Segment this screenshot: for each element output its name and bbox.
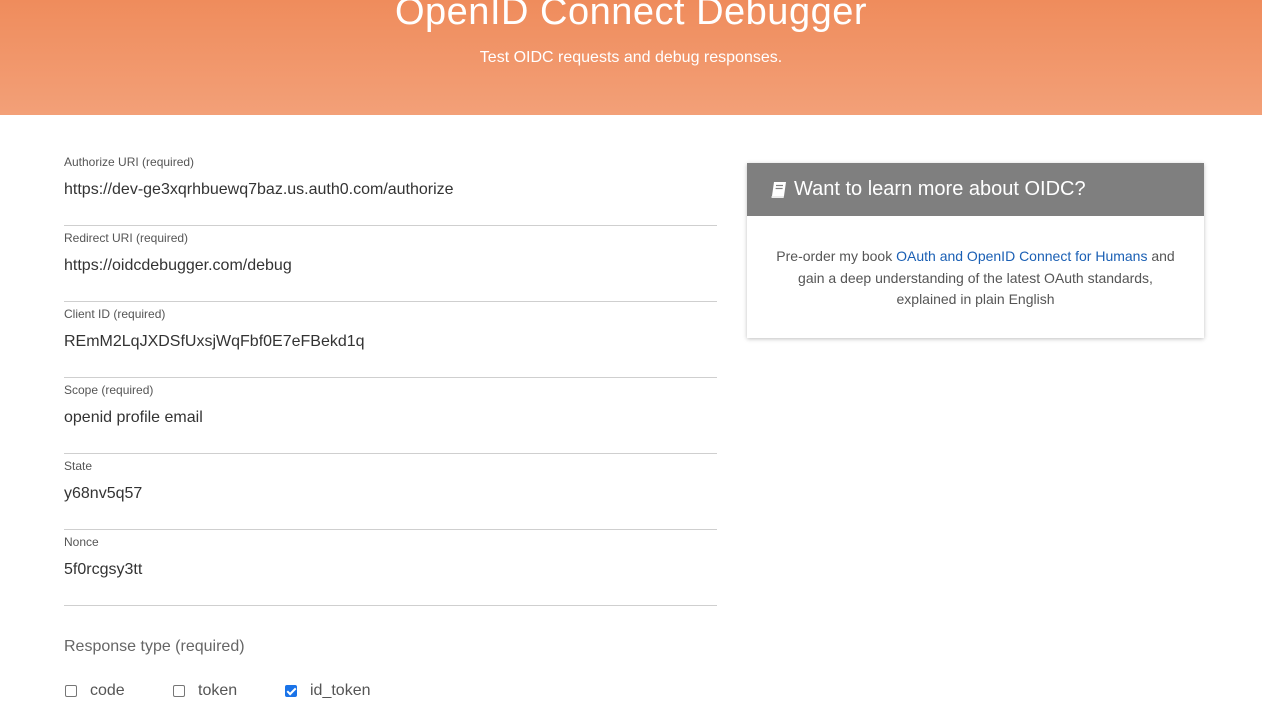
page-title: OpenID Connect Debugger bbox=[394, 0, 867, 33]
redirect-uri-field: Redirect URI (required) bbox=[64, 226, 717, 302]
page-header: OpenID Connect Debugger Test OIDC reques… bbox=[0, 0, 1262, 115]
oidc-request-form: Authorize URI (required) Redirect URI (r… bbox=[64, 150, 717, 606]
learn-more-card-header: Want to learn more about OIDC? bbox=[747, 163, 1204, 216]
promo-text-before: Pre-order my book bbox=[776, 248, 897, 264]
state-input[interactable] bbox=[64, 483, 717, 505]
client-id-input[interactable] bbox=[64, 331, 717, 353]
client-id-label: Client ID (required) bbox=[64, 307, 166, 321]
state-label: State bbox=[64, 459, 93, 473]
response-type-id-token-option[interactable]: id_token bbox=[285, 680, 371, 702]
response-type-label: Response type (required) bbox=[64, 638, 245, 655]
authorize-uri-field: Authorize URI (required) bbox=[64, 150, 717, 226]
book-icon bbox=[771, 181, 786, 198]
page-subtitle: Test OIDC requests and debug responses. bbox=[479, 49, 783, 66]
code-checkbox[interactable] bbox=[65, 685, 77, 697]
nonce-label: Nonce bbox=[64, 535, 99, 549]
token-checkbox[interactable] bbox=[173, 685, 185, 697]
learn-more-card: Want to learn more about OIDC? Pre-order… bbox=[747, 163, 1204, 338]
redirect-uri-input[interactable] bbox=[64, 255, 717, 277]
nonce-field: Nonce bbox=[64, 530, 717, 606]
token-checkbox-label: token bbox=[198, 682, 238, 699]
redirect-uri-label: Redirect URI (required) bbox=[64, 231, 189, 245]
state-field: State bbox=[64, 454, 717, 530]
id-token-checkbox-label: id_token bbox=[310, 682, 371, 699]
id-token-checkbox[interactable] bbox=[285, 685, 297, 697]
scope-input[interactable] bbox=[64, 407, 717, 429]
response-type-code-option[interactable]: code bbox=[65, 680, 125, 702]
nonce-input[interactable] bbox=[64, 559, 717, 581]
authorize-uri-input[interactable] bbox=[64, 179, 717, 201]
authorize-uri-label: Authorize URI (required) bbox=[64, 155, 195, 169]
response-type-options: code token id_token bbox=[64, 680, 717, 702]
scope-field: Scope (required) bbox=[64, 378, 717, 454]
client-id-field: Client ID (required) bbox=[64, 302, 717, 378]
scope-label: Scope (required) bbox=[64, 383, 154, 397]
response-type-section: Response type (required) code token id_t… bbox=[64, 636, 717, 699]
learn-more-card-body: Pre-order my book OAuth and OpenID Conne… bbox=[747, 216, 1204, 311]
response-type-token-option[interactable]: token bbox=[173, 680, 237, 702]
code-checkbox-label: code bbox=[90, 682, 125, 699]
book-link[interactable]: OAuth and OpenID Connect for Humans bbox=[896, 248, 1147, 264]
learn-more-card-title: Want to learn more about OIDC? bbox=[794, 178, 1086, 200]
